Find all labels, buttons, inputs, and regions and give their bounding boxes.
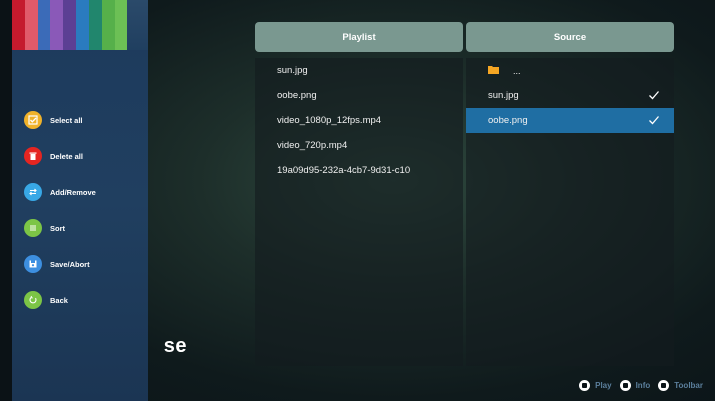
select-all-icon bbox=[24, 111, 42, 129]
left-edge bbox=[0, 0, 12, 401]
playlist-item[interactable]: 19a09d95-232a-4cb7-9d31-c10 bbox=[255, 158, 463, 183]
parent-folder-label: ... bbox=[513, 65, 521, 76]
sidebar-stripes bbox=[12, 0, 148, 50]
source-header: Source bbox=[466, 22, 674, 52]
back-button[interactable]: Back bbox=[24, 282, 96, 318]
stripe bbox=[101, 0, 115, 50]
playlist-item[interactable]: video_720p.mp4 bbox=[255, 133, 463, 158]
stripe-fade bbox=[127, 0, 148, 50]
checkmark-icon bbox=[649, 116, 659, 125]
sort-label: Sort bbox=[50, 223, 65, 233]
save-icon bbox=[24, 255, 42, 273]
playlist-item[interactable]: sun.jpg bbox=[255, 58, 463, 83]
select-all-button[interactable]: Select all bbox=[24, 102, 96, 138]
stripe bbox=[63, 0, 77, 50]
toolbar-label: Toolbar bbox=[674, 381, 703, 390]
folder-icon bbox=[488, 65, 499, 77]
source-item-label: oobe.png bbox=[488, 115, 528, 126]
play-label: Play bbox=[595, 381, 612, 390]
source-panel[interactable]: ... sun.jpg oobe.png bbox=[466, 58, 674, 366]
playlist-editor-screen: Select all Delete all Add/Remove Sort Sa… bbox=[0, 0, 715, 401]
stripe bbox=[114, 0, 128, 50]
checkmark-icon bbox=[649, 91, 659, 100]
delete-all-button[interactable]: Delete all bbox=[24, 138, 96, 174]
list-icon bbox=[24, 219, 42, 237]
info-label: Info bbox=[635, 381, 651, 390]
trash-icon bbox=[24, 147, 42, 165]
toolbar-key-icon bbox=[658, 380, 670, 391]
select-all-label: Select all bbox=[50, 115, 83, 125]
info-key-icon bbox=[619, 380, 631, 391]
back-label: Back bbox=[50, 295, 68, 305]
playlist-item[interactable]: oobe.png bbox=[255, 83, 463, 108]
source-item[interactable]: sun.jpg bbox=[466, 83, 674, 108]
info-hint[interactable]: Info bbox=[619, 380, 651, 391]
back-icon bbox=[24, 291, 42, 309]
source-item-selected[interactable]: oobe.png bbox=[466, 108, 674, 133]
stripe bbox=[50, 0, 64, 50]
bottom-key-hints: Play Info Toolbar bbox=[579, 380, 703, 391]
source-item-label: sun.jpg bbox=[488, 90, 519, 101]
stripe bbox=[24, 0, 38, 50]
stripe bbox=[88, 0, 102, 50]
add-remove-button[interactable]: Add/Remove bbox=[24, 174, 96, 210]
toolbar-hint[interactable]: Toolbar bbox=[658, 380, 703, 391]
save-abort-button[interactable]: Save/Abort bbox=[24, 246, 96, 282]
stripe bbox=[76, 0, 89, 50]
play-key-icon bbox=[579, 380, 591, 391]
add-remove-label: Add/Remove bbox=[50, 187, 96, 197]
swap-icon bbox=[24, 183, 42, 201]
playlist-header: Playlist bbox=[255, 22, 463, 52]
stripe bbox=[37, 0, 51, 50]
sort-button[interactable]: Sort bbox=[24, 210, 96, 246]
background-title: se bbox=[163, 335, 187, 357]
stripe bbox=[12, 0, 25, 50]
parent-folder-row[interactable]: ... bbox=[466, 58, 674, 83]
play-hint[interactable]: Play bbox=[579, 380, 612, 391]
playlist-item[interactable]: video_1080p_12fps.mp4 bbox=[255, 108, 463, 133]
delete-all-label: Delete all bbox=[50, 151, 83, 161]
save-abort-label: Save/Abort bbox=[50, 259, 90, 269]
sidebar-menu: Select all Delete all Add/Remove Sort Sa… bbox=[24, 102, 96, 318]
playlist-panel[interactable]: sun.jpg oobe.png video_1080p_12fps.mp4 v… bbox=[255, 58, 463, 366]
